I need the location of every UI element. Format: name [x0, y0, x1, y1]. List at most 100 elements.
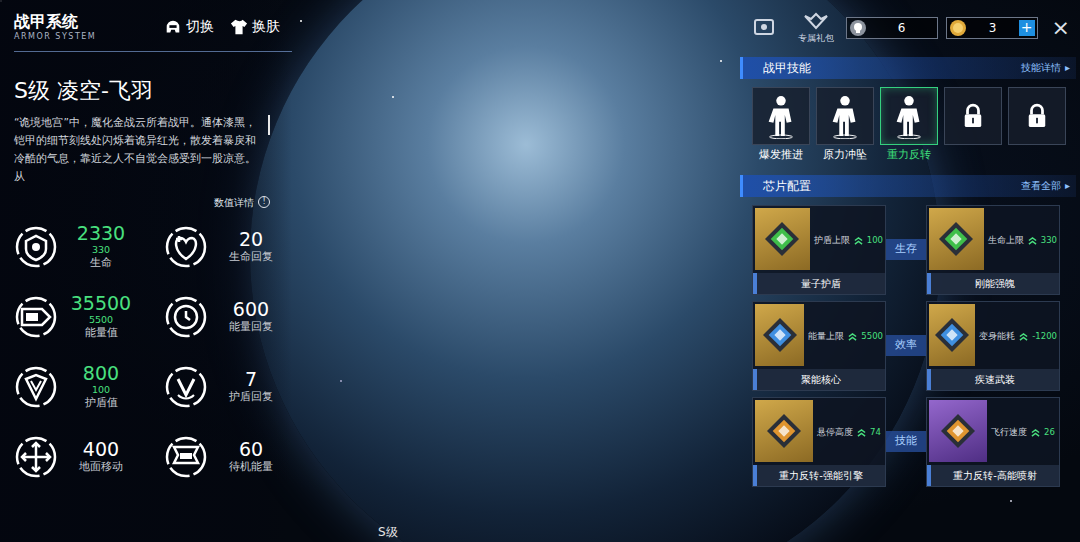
energy-icon [14, 295, 58, 339]
currency-amount: 3 [967, 19, 1019, 37]
arrow-icon[interactable]: ▸ [1065, 60, 1070, 75]
skin-button[interactable]: 换肤 [230, 16, 280, 37]
stat-value: 400 [66, 439, 136, 460]
arrow-icon[interactable]: ▸ [1065, 178, 1070, 193]
stats-grid: 2330330生命20生命回复355005500能量值600能量回复800100… [14, 216, 292, 488]
up-arrow-icon [848, 332, 857, 341]
skill-slot[interactable]: 重力反转 [880, 87, 938, 163]
chip-name[interactable]: 刚能强魄 [927, 273, 1059, 294]
up-arrow-icon [1031, 428, 1040, 437]
stat-item: 600能量回复 [164, 286, 294, 348]
info-icon[interactable]: ! [258, 196, 270, 208]
wings-icon [803, 12, 829, 32]
chip-card[interactable]: 护盾上限 100 量子护盾 [752, 205, 886, 295]
gold-coin-icon [949, 19, 967, 37]
close-button[interactable]: × [1046, 17, 1076, 39]
helmet-icon [164, 18, 182, 36]
scrollbar[interactable] [268, 115, 270, 135]
stat-label: 护盾值 [66, 396, 136, 410]
chip-card[interactable]: 飞行速度 26 重力反转-高能喷射 [926, 397, 1060, 487]
stat-bonus: 100 [66, 384, 136, 395]
chip-tile[interactable] [929, 304, 975, 366]
top-bar: 专属礼包63+× [740, 12, 1076, 45]
button-label[interactable]: 切换 [186, 16, 214, 37]
stat-value: 2330 [66, 223, 136, 244]
chip-stat-label: 护盾上限 [814, 235, 850, 245]
skill-slot [944, 87, 1002, 163]
stat-item: 60待机能量 [164, 426, 294, 488]
stat-details-link[interactable]: 数值详情! [14, 195, 292, 210]
stat-label: 能量回复 [216, 320, 286, 334]
chip-stat-label: 能量上限 [808, 331, 844, 341]
chip-tile[interactable] [755, 400, 813, 462]
stat-details-label[interactable]: 数值详情 [214, 195, 254, 210]
chip-stat-value: 330 [1041, 235, 1057, 245]
chip-stat-label: 悬停高度 [817, 427, 853, 437]
stat-value: 600 [216, 299, 286, 320]
link-label[interactable]: 技能详情 [1021, 60, 1061, 75]
chip-card[interactable]: 能量上限 5500 聚能核心 [752, 301, 886, 391]
shield-regen-icon [164, 365, 208, 409]
health-regen-icon [164, 225, 208, 269]
skill-box[interactable] [880, 87, 938, 145]
skill-box [944, 87, 1002, 145]
chip-card[interactable]: 生命上限330刚能强魄 [926, 205, 1060, 295]
chip-stat-value: 100 [867, 235, 883, 245]
link-label[interactable]: 查看全部 [1021, 178, 1061, 193]
chip-stat-label: 飞行速度 [991, 427, 1027, 437]
stat-label: 护盾回复 [216, 390, 286, 404]
skill-slot[interactable]: 爆发推进 [752, 87, 810, 163]
up-arrow-icon [1028, 236, 1037, 245]
chip-stat-value: -1200 [1032, 331, 1057, 341]
chip-name[interactable]: 重力反转-高能喷射 [927, 465, 1059, 486]
up-arrow-icon [1019, 332, 1028, 341]
chip-tile[interactable] [755, 304, 804, 366]
chips-header-link[interactable]: 查看全部 ▸ [1021, 178, 1070, 193]
stat-item: 2330330生命 [14, 216, 164, 278]
armor-config-panel: 专属礼包63+×战甲技能技能详情▸爆发推进原力冲坠重力反转芯片配置查看全部▸护盾… [740, 0, 1080, 542]
shirt-icon [230, 18, 248, 36]
stat-label: 生命 [66, 256, 136, 270]
skill-slot [1008, 87, 1066, 163]
skill-label[interactable]: 原力冲坠 [823, 147, 867, 163]
chip-icon [764, 411, 804, 451]
skill-box[interactable] [752, 87, 810, 145]
skill-label[interactable]: 爆发推进 [759, 147, 803, 163]
stat-item: 355005500能量值 [14, 286, 164, 348]
switch-button[interactable]: 切换 [164, 16, 214, 37]
stat-bonus: 330 [66, 244, 136, 255]
chip-name[interactable]: 疾速武装 [927, 369, 1059, 390]
stat-bonus: 5500 [66, 314, 136, 325]
stat-item: 7护盾回复 [164, 356, 294, 418]
stat-value: 7 [216, 369, 286, 390]
stat-item: 20生命回复 [164, 216, 294, 278]
skills-header-link[interactable]: 技能详情 ▸ [1021, 60, 1070, 75]
stat-value: 35500 [66, 293, 136, 314]
gift-pack-button[interactable]: 专属礼包 [794, 12, 838, 45]
chip-stat: 悬停高度74 [813, 398, 883, 465]
chip-stat: 护盾上限 100 [810, 206, 885, 273]
add-currency-button[interactable]: + [1019, 20, 1035, 36]
gift-pack-label[interactable]: 专属礼包 [798, 32, 834, 45]
chip-name[interactable]: 量子护盾 [753, 273, 885, 294]
skills-row: 爆发推进 原力冲坠 重力反转 [740, 79, 1076, 163]
energy-regen-icon [164, 295, 208, 339]
chip-tile[interactable] [929, 400, 987, 462]
skill-label[interactable]: 重力反转 [887, 147, 931, 163]
chip-stat-value: 26 [1044, 427, 1055, 437]
chip-stat-value: 5500 [861, 331, 883, 341]
panel-title: 战甲系统 [14, 12, 96, 31]
chip-tile[interactable] [755, 208, 810, 270]
chip-card[interactable]: 悬停高度74重力反转-强能引擎 [752, 397, 886, 487]
chip-name[interactable]: 聚能核心 [753, 369, 885, 390]
chip-card[interactable]: 变身能耗-1200疾速武装 [926, 301, 1060, 391]
skill-slot[interactable]: 原力冲坠 [816, 87, 874, 163]
button-label[interactable]: 换肤 [252, 16, 280, 37]
lock-icon [1018, 93, 1056, 139]
chip-tile[interactable] [929, 208, 984, 270]
skill-box[interactable] [816, 87, 874, 145]
chip-name[interactable]: 重力反转-强能引擎 [753, 465, 885, 486]
event-button[interactable] [742, 17, 786, 39]
chip-icon [938, 411, 978, 451]
panel-subtitle: ARMOR SYSTEM [14, 31, 96, 43]
